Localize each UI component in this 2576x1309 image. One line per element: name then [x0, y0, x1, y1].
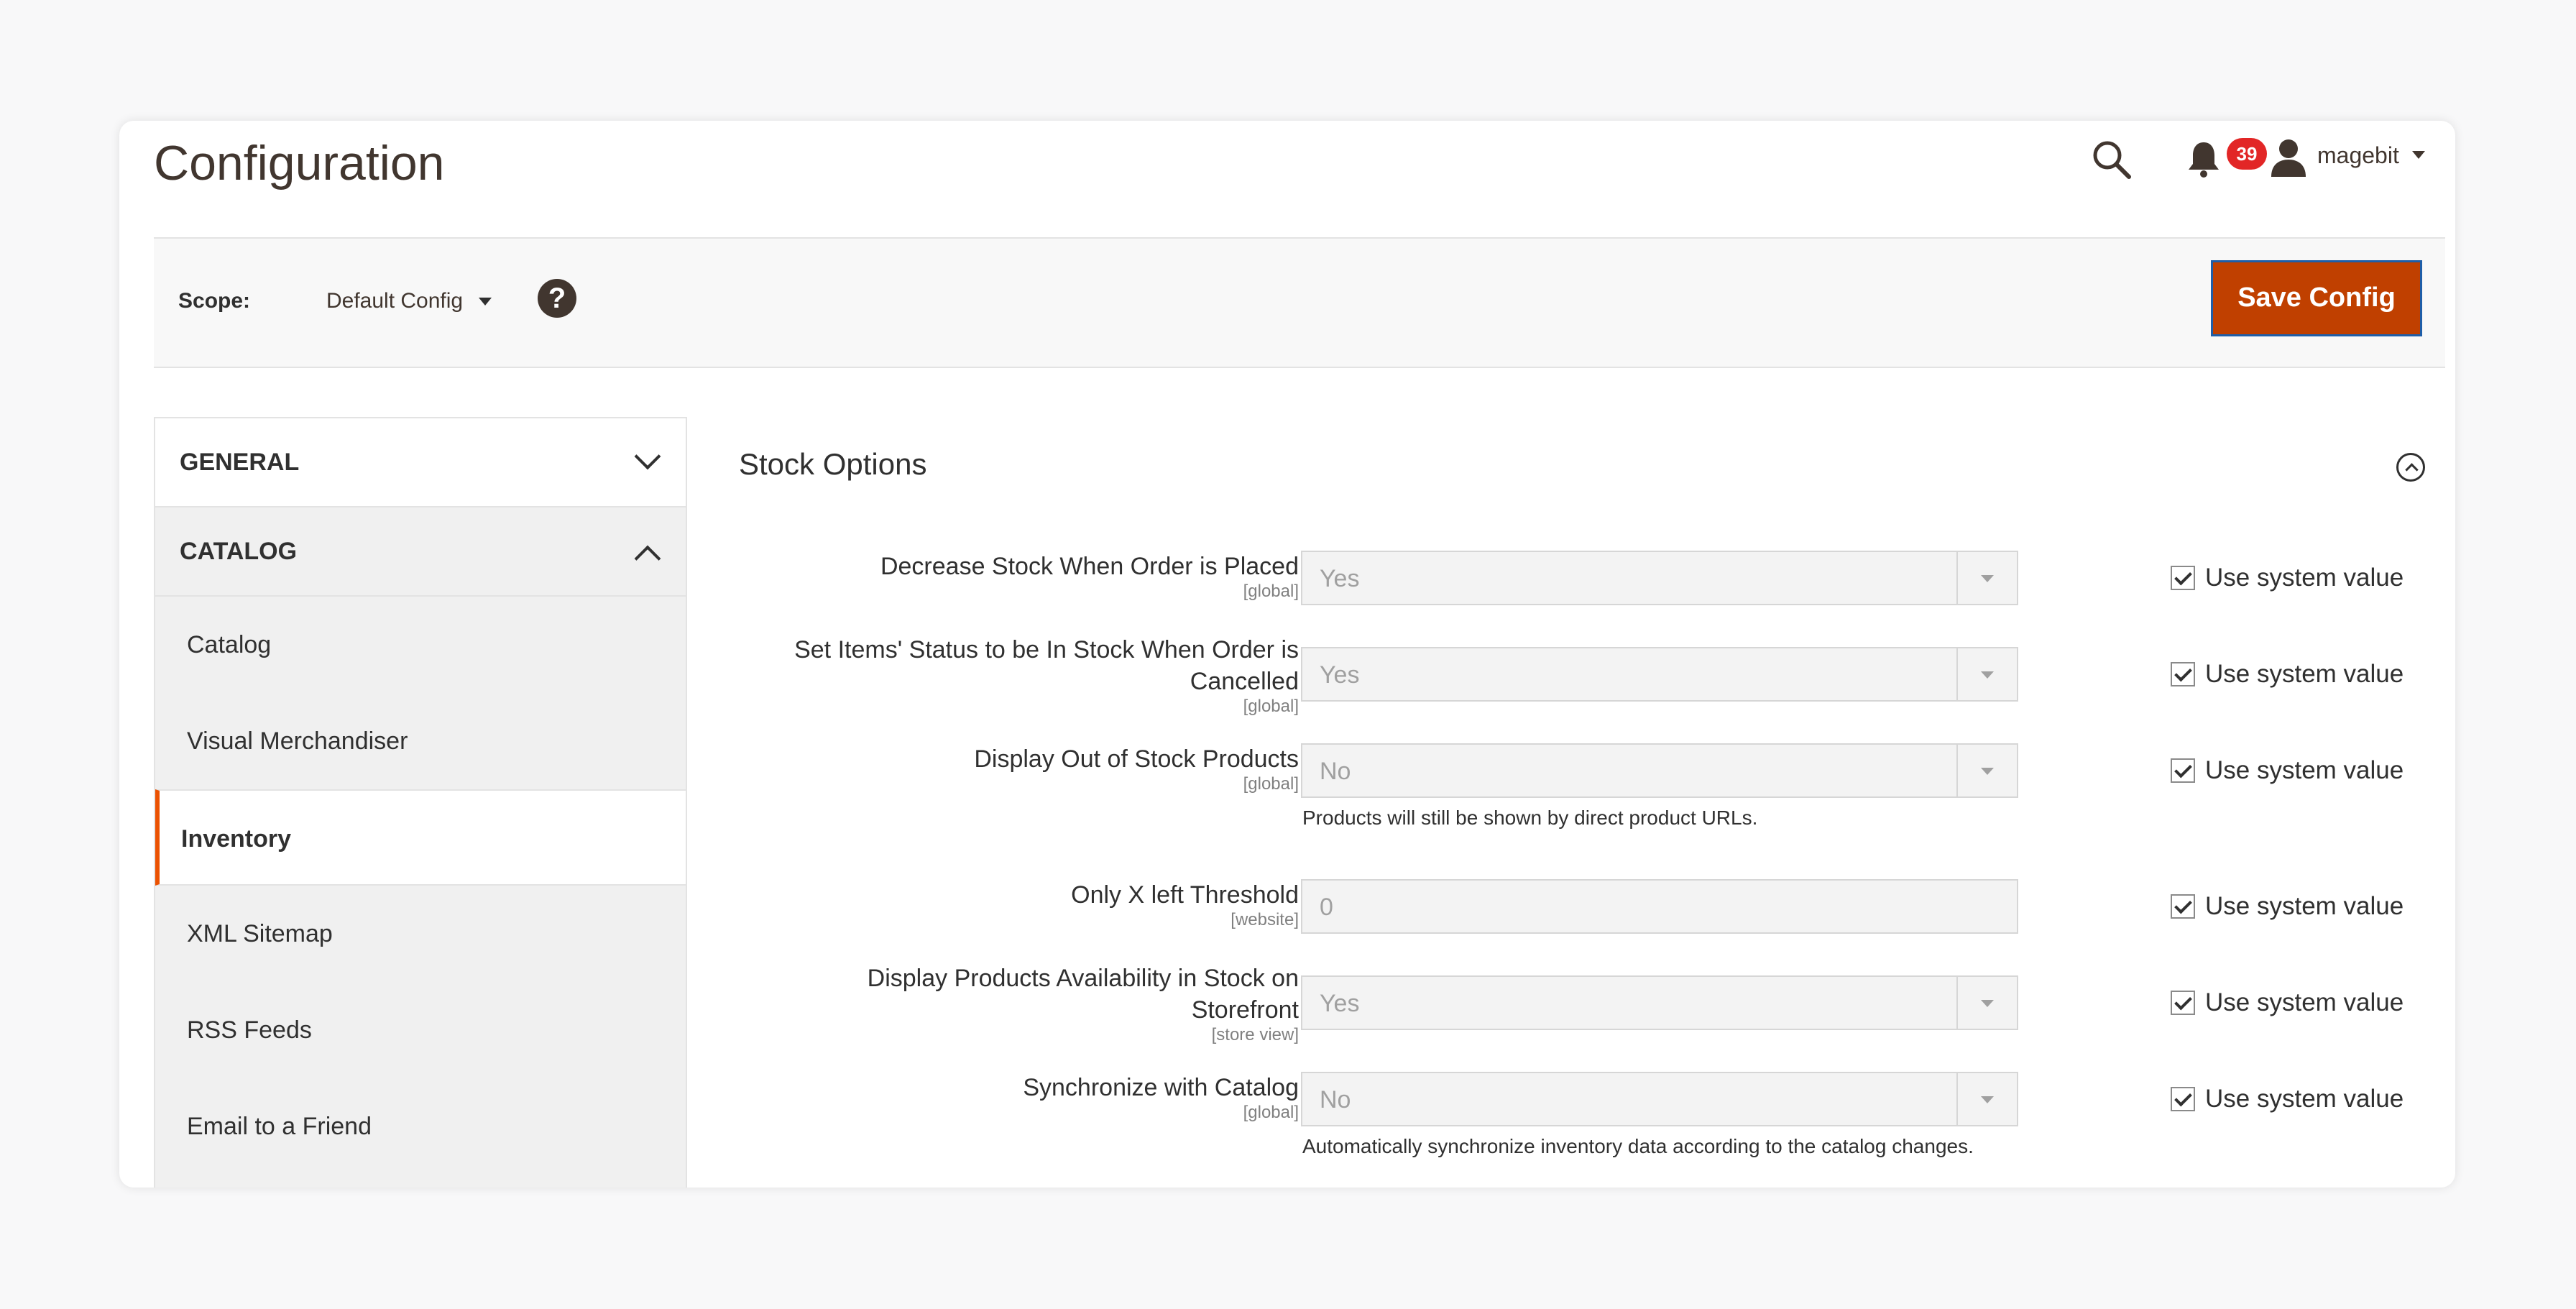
decrease-stock-select[interactable]: Yes — [1301, 551, 2018, 605]
field-note: Automatically synchronize inventory data… — [1302, 1135, 1974, 1157]
field-label: Synchronize with Catalog [global] — [767, 1072, 1299, 1122]
select-value: Yes — [1320, 661, 1360, 689]
checkbox-checked-icon[interactable] — [2171, 758, 2195, 783]
sidebar-item-label: Email to a Friend — [187, 1113, 372, 1140]
display-availability-select[interactable]: Yes — [1301, 975, 2018, 1030]
scope-switcher[interactable]: Default Config — [326, 289, 463, 313]
sidebar-item-inventory[interactable]: Inventory — [155, 789, 686, 886]
checkbox-checked-icon[interactable] — [2171, 1087, 2195, 1111]
checkbox-label: Use system value — [2205, 564, 2404, 592]
select-value: Yes — [1320, 565, 1360, 592]
synchronize-with-catalog-select[interactable]: No — [1301, 1072, 2018, 1126]
checkbox-checked-icon[interactable] — [2171, 662, 2195, 686]
field-scope: [global] — [1243, 582, 1299, 601]
config-sidebar: GENERAL CATALOG Catalog Visual Merchandi… — [154, 417, 687, 1188]
field-label: Only X left Threshold [website] — [767, 879, 1299, 929]
field-scope: [global] — [1243, 697, 1299, 716]
configuration-panel: Configuration 39 magebit Scope: Default … — [119, 121, 2455, 1188]
sidebar-item-label: XML Sitemap — [187, 920, 333, 947]
sidebar-item-catalog[interactable]: Catalog — [155, 597, 686, 693]
checkbox-checked-icon[interactable] — [2171, 566, 2195, 590]
field-scope: [global] — [1243, 1103, 1299, 1122]
sidebar-item-label: Visual Merchandiser — [187, 727, 408, 755]
dropdown-arrow-icon — [1956, 552, 2017, 604]
use-system-value-checkbox[interactable]: Use system value — [2171, 1085, 2404, 1113]
only-x-left-threshold-input[interactable]: 0 — [1301, 879, 2018, 934]
select-value: Yes — [1320, 990, 1360, 1017]
select-value: No — [1320, 1086, 1351, 1113]
checkbox-label: Use system value — [2205, 892, 2404, 920]
sidebar-item-label: Inventory — [181, 825, 292, 853]
stock-options-section: Stock Options Decrease Stock When Order … — [739, 417, 2442, 1188]
select-value: No — [1320, 758, 1351, 785]
dropdown-arrow-icon — [1956, 648, 2017, 700]
sidebar-item-visual-merchandiser[interactable]: Visual Merchandiser — [155, 693, 686, 789]
search-icon[interactable] — [2089, 137, 2135, 183]
sidebar-item-label: Catalog — [187, 631, 272, 658]
save-config-button[interactable]: Save Config — [2211, 260, 2422, 336]
checkbox-checked-icon[interactable] — [2171, 894, 2195, 919]
chevron-down-icon[interactable] — [479, 298, 492, 306]
page-title: Configuration — [154, 136, 445, 190]
scope-label: Scope: — [178, 289, 251, 313]
sidebar-item-rss-feeds[interactable]: RSS Feeds — [155, 982, 686, 1078]
field-note: Products will still be shown by direct p… — [1302, 807, 1758, 829]
field-scope: [store view] — [1211, 1025, 1299, 1044]
use-system-value-checkbox[interactable]: Use system value — [2171, 660, 2404, 689]
sidebar-section-general[interactable]: GENERAL — [155, 418, 686, 507]
checkbox-label: Use system value — [2205, 660, 2404, 688]
sidebar-item-email-to-a-friend[interactable]: Email to a Friend — [155, 1078, 686, 1175]
display-out-of-stock-select[interactable]: No — [1301, 743, 2018, 798]
field-scope: [website] — [1230, 910, 1299, 929]
checkbox-checked-icon[interactable] — [2171, 991, 2195, 1015]
field-label: Display Out of Stock Products [global] — [767, 743, 1299, 794]
in-stock-when-cancelled-select[interactable]: Yes — [1301, 647, 2018, 702]
sidebar-item-label: RSS Feeds — [187, 1016, 312, 1044]
user-name[interactable]: magebit — [2317, 142, 2399, 169]
sidebar-section-label: CATALOG — [180, 538, 298, 565]
dropdown-arrow-icon — [1956, 1073, 2017, 1125]
scope-bar: Scope: Default Config ? Save Config — [154, 237, 2445, 368]
checkbox-label: Use system value — [2205, 1085, 2404, 1113]
field-label: Display Products Availability in Stock o… — [767, 963, 1299, 1044]
checkbox-label: Use system value — [2205, 756, 2404, 784]
notification-count-badge[interactable]: 39 — [2227, 138, 2267, 170]
sidebar-section-label: GENERAL — [180, 449, 300, 476]
use-system-value-checkbox[interactable]: Use system value — [2171, 564, 2404, 592]
sidebar-section-catalog[interactable]: CATALOG — [155, 507, 686, 597]
field-label: Set Items' Status to be In Stock When Or… — [767, 634, 1299, 716]
chevron-up-icon — [634, 545, 661, 572]
chevron-down-icon — [634, 443, 661, 470]
use-system-value-checkbox[interactable]: Use system value — [2171, 756, 2404, 785]
dropdown-arrow-icon — [1956, 977, 2017, 1029]
checkbox-label: Use system value — [2205, 988, 2404, 1016]
chevron-down-icon[interactable] — [2412, 151, 2425, 159]
dropdown-arrow-icon — [1956, 745, 2017, 796]
use-system-value-checkbox[interactable]: Use system value — [2171, 892, 2404, 921]
use-system-value-checkbox[interactable]: Use system value — [2171, 988, 2404, 1017]
bell-icon[interactable] — [2182, 137, 2225, 180]
field-scope: [global] — [1243, 774, 1299, 794]
input-value: 0 — [1320, 894, 1333, 921]
sidebar-item-xml-sitemap[interactable]: XML Sitemap — [155, 886, 686, 982]
section-title[interactable]: Stock Options — [739, 447, 926, 482]
collapse-icon[interactable] — [2396, 453, 2425, 482]
help-icon[interactable]: ? — [538, 279, 576, 318]
user-avatar-icon[interactable] — [2268, 137, 2309, 180]
field-label: Decrease Stock When Order is Placed [glo… — [767, 551, 1299, 601]
